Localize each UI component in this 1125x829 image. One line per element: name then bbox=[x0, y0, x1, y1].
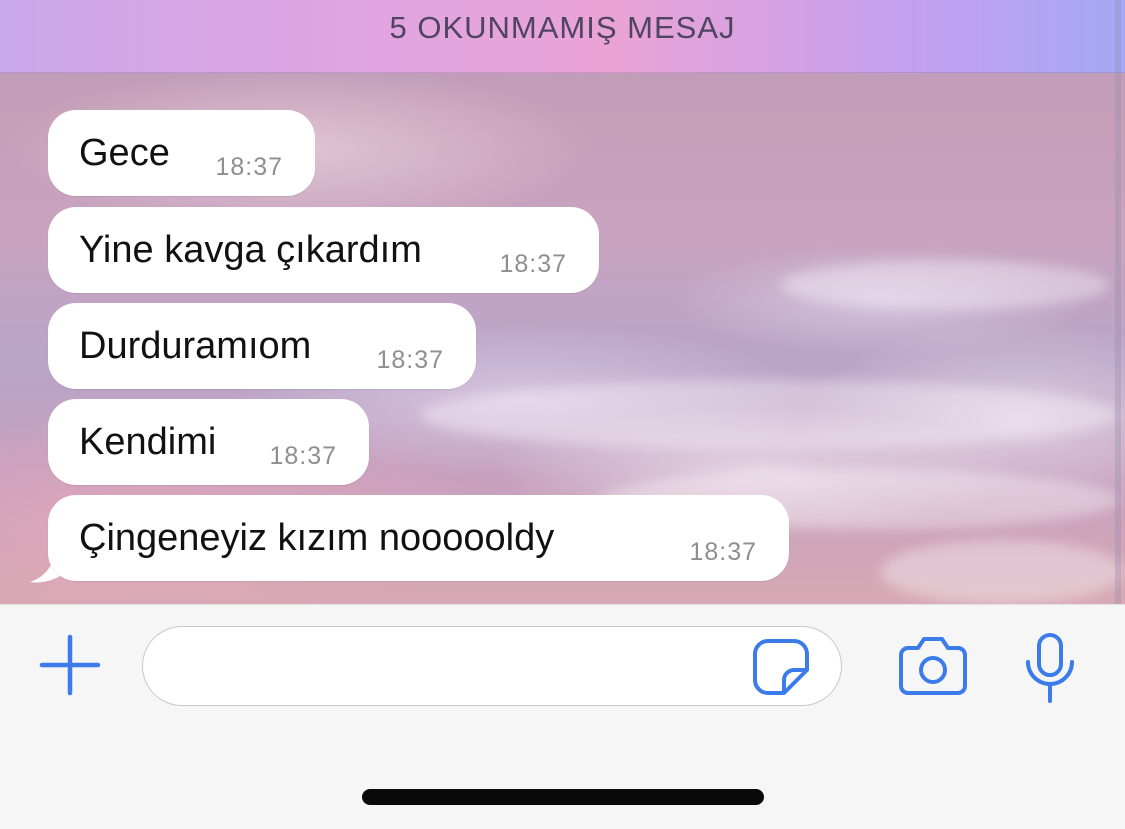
home-indicator[interactable] bbox=[362, 789, 764, 805]
wallpaper-wave bbox=[420, 380, 1120, 450]
plus-icon[interactable] bbox=[38, 633, 102, 697]
message-text: Kendimi bbox=[79, 421, 217, 463]
message-bubble[interactable]: Kendimi 18:37 bbox=[48, 399, 369, 485]
message-text: Çingeneyiz kızım noooooldy bbox=[79, 517, 555, 559]
wallpaper-wave bbox=[780, 260, 1110, 310]
chat-area[interactable]: 5 OKUNMAMIŞ MESAJ Gece 18:37 Yine kavga … bbox=[0, 0, 1125, 604]
message-time: 18:37 bbox=[689, 538, 757, 566]
sticker-icon[interactable] bbox=[752, 638, 810, 696]
scrollbar[interactable] bbox=[1115, 0, 1121, 604]
message-bubble[interactable]: Yine kavga çıkardım 18:37 bbox=[48, 207, 599, 293]
unread-messages-banner: 5 OKUNMAMIŞ MESAJ bbox=[0, 0, 1125, 73]
wallpaper-wave bbox=[880, 540, 1125, 604]
camera-icon[interactable] bbox=[898, 634, 968, 696]
message-input[interactable] bbox=[142, 626, 842, 706]
message-text: Yine kavga çıkardım bbox=[79, 229, 422, 271]
message-bubble[interactable]: Durduramıom 18:37 bbox=[48, 303, 476, 389]
message-time: 18:37 bbox=[376, 346, 444, 374]
message-time: 18:37 bbox=[215, 153, 283, 181]
message-time: 18:37 bbox=[499, 250, 567, 278]
message-text: Durduramıom bbox=[79, 325, 312, 367]
unread-count-label: 5 OKUNMAMIŞ MESAJ bbox=[389, 10, 736, 45]
message-bubble[interactable]: Çingeneyiz kızım noooooldy 18:37 bbox=[48, 495, 789, 581]
message-bubble[interactable]: Gece 18:37 bbox=[48, 110, 315, 196]
message-text: Gece bbox=[79, 132, 170, 174]
message-time: 18:37 bbox=[269, 442, 337, 470]
microphone-icon[interactable] bbox=[1022, 632, 1078, 704]
